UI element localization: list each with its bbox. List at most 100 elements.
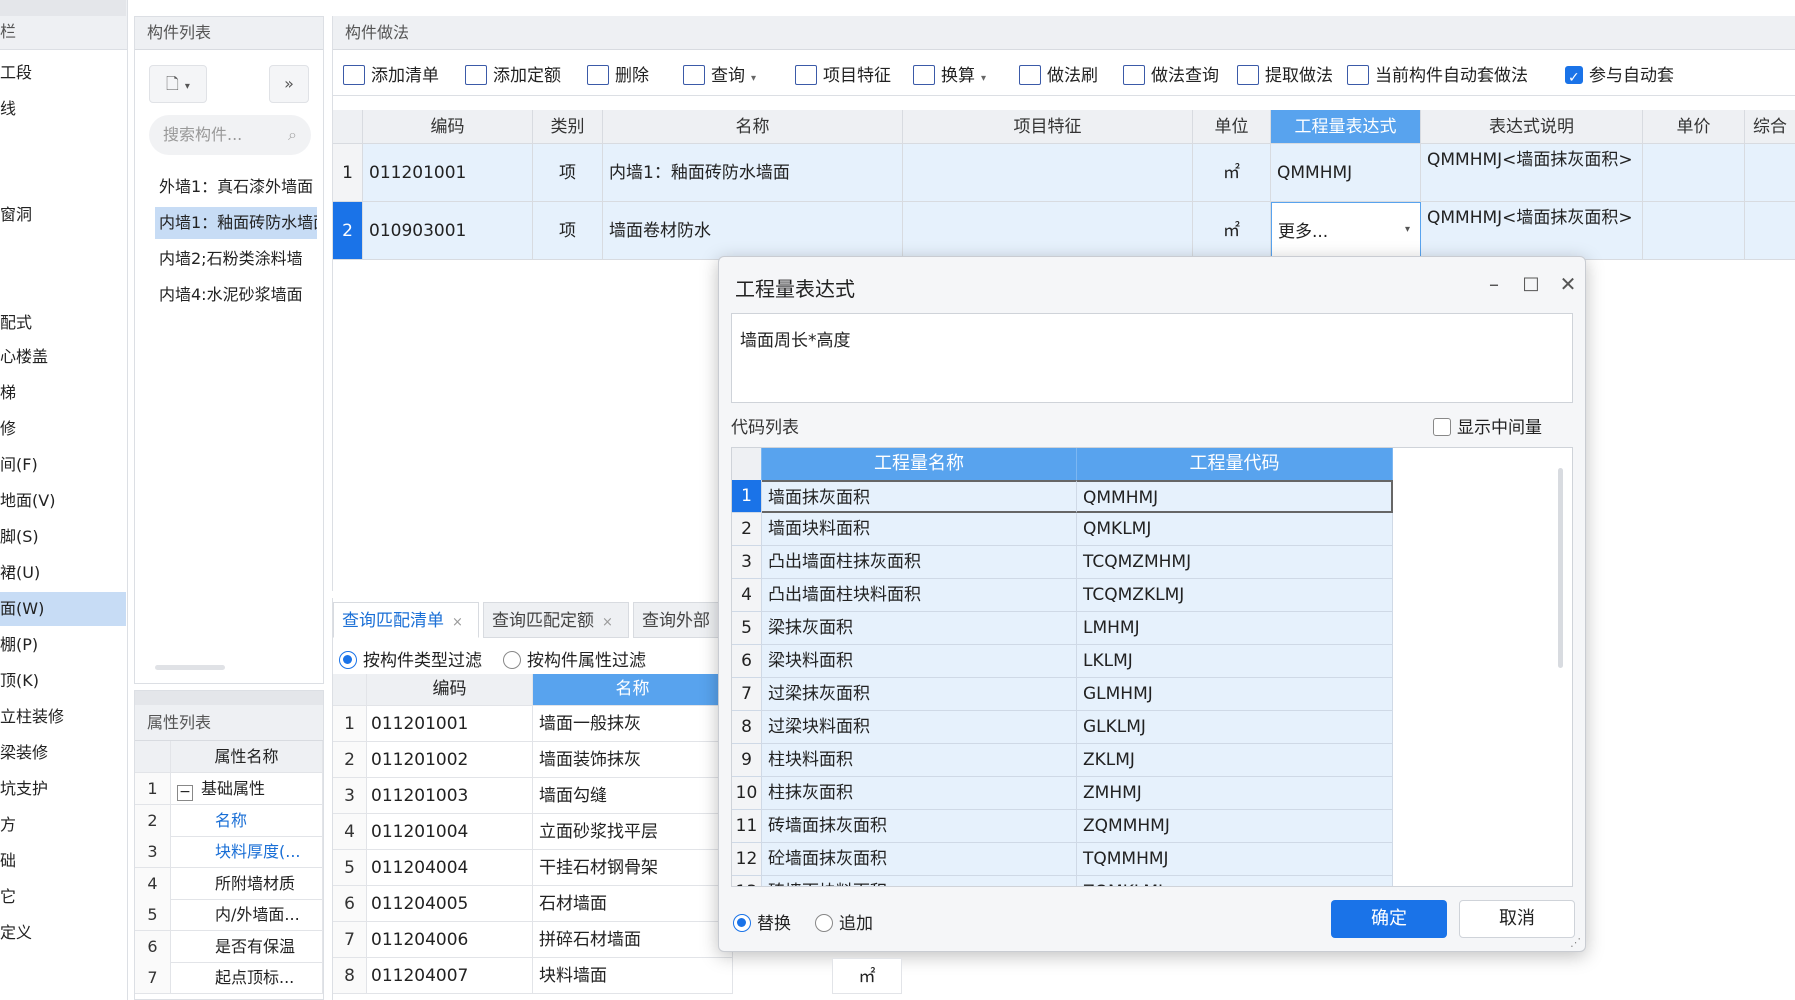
row-number[interactable]: 2 <box>333 202 363 260</box>
match-row-number[interactable]: 1 <box>333 706 367 742</box>
show-intermediate-checkbox[interactable]: 显示中间量 <box>1433 413 1542 438</box>
tree-item[interactable]: 间(F) <box>0 448 126 482</box>
empty-cell[interactable] <box>1643 202 1745 260</box>
tree-item[interactable]: 心楼盖 <box>0 340 126 374</box>
tree-item[interactable]: 窗洞 <box>0 198 126 232</box>
match-code-cell[interactable]: 011201002 <box>367 742 533 778</box>
maximize-icon[interactable]: □ <box>1516 269 1546 299</box>
row-number[interactable]: 1 <box>333 144 363 202</box>
code-cell[interactable]: 010903001 <box>363 202 533 260</box>
tree-item[interactable]: 定义 <box>0 916 126 950</box>
tree-item[interactable]: 梁装修 <box>0 736 126 770</box>
resize-grip-icon[interactable]: ⋰ <box>1570 936 1581 949</box>
tree-item[interactable]: 顶(K) <box>0 664 126 698</box>
code-list-row[interactable]: 9 柱块料面积 ZKLMJ <box>732 744 1393 777</box>
append-option[interactable]: 追加 <box>815 909 873 934</box>
match-code-cell[interactable]: 011201001 <box>367 706 533 742</box>
toolbar-button[interactable]: 查询 ▾ <box>683 62 756 90</box>
tree-item[interactable]: 脚(S) <box>0 520 126 554</box>
match-tab[interactable]: 查询匹配定额 × <box>483 602 629 638</box>
match-code-header[interactable]: 编码 <box>367 674 533 706</box>
match-code-cell[interactable]: 011201003 <box>367 778 533 814</box>
match-name-cell[interactable]: 墙面一般抹灰 <box>533 706 733 742</box>
desc-cell[interactable]: QMMHMJ<墙面抹灰面积> <box>1421 202 1643 260</box>
toolbar-button[interactable]: 添加定额 <box>465 62 561 90</box>
close-icon[interactable]: × <box>602 615 613 630</box>
match-code-cell[interactable]: 011204004 <box>367 850 533 886</box>
expand-button[interactable]: » <box>269 65 309 103</box>
desc-cell[interactable]: QMMHMJ<墙面抹灰面积> <box>1421 144 1643 202</box>
tree-item[interactable]: 地面(V) <box>0 484 126 518</box>
collapse-icon[interactable]: − <box>177 785 193 801</box>
match-row-number[interactable]: 7 <box>333 922 367 958</box>
toolbar-button[interactable]: 换算 ▾ <box>913 62 986 90</box>
empty-cell[interactable] <box>1745 144 1795 202</box>
code-list-row[interactable]: 4 凸出墙面柱块料面积 TCQMZKLMJ <box>732 579 1393 612</box>
ok-button[interactable]: 确定 <box>1331 900 1447 938</box>
column-header[interactable]: 编码 <box>363 110 533 144</box>
match-row-number[interactable]: 2 <box>333 742 367 778</box>
toolbar-button[interactable]: 提取做法 <box>1237 62 1333 90</box>
replace-option[interactable]: 替换 <box>733 909 791 934</box>
match-name-cell[interactable]: 立面砂浆找平层 <box>533 814 733 850</box>
code-list-row[interactable]: 10 柱抹灰面积 ZMHMJ <box>732 777 1393 810</box>
attribute-name-cell[interactable]: 块料厚度(... <box>171 836 323 868</box>
tree-item[interactable]: 方 <box>0 808 126 842</box>
expr-cell[interactable]: 更多... <box>1271 202 1421 260</box>
toolbar-button[interactable]: 做法刷 <box>1019 62 1098 90</box>
feature-cell[interactable] <box>903 202 1193 260</box>
tree-item[interactable]: 线 <box>0 92 126 126</box>
code-list-row[interactable]: 5 梁抹灰面积 LMHMJ <box>732 612 1393 645</box>
tree-item[interactable]: 础 <box>0 844 126 878</box>
new-component-button[interactable]: 🗋 ▾ <box>149 65 207 103</box>
tree-item[interactable]: 面(W) <box>0 592 126 626</box>
auto-apply-checkbox[interactable]: 参与自动套 <box>1565 62 1674 92</box>
component-item[interactable]: 内墙4:水泥砂浆墙面 <box>155 279 317 311</box>
code-list-row[interactable]: 12 砼墙面抹灰面积 TQMMHMJ <box>732 843 1393 876</box>
attribute-name-cell[interactable]: 所附墙材质 <box>171 867 323 900</box>
attribute-name-cell[interactable]: 名称 <box>171 804 323 837</box>
name-cell[interactable]: 内墙1：釉面砖防水墙面 <box>603 144 903 202</box>
toolbar-button[interactable]: 做法查询 <box>1123 62 1219 90</box>
match-name-cell[interactable]: 石材墙面 <box>533 886 733 922</box>
match-row-number[interactable]: 8 <box>333 958 367 994</box>
toolbar-button[interactable]: 当前构件自动套做法 <box>1347 62 1528 90</box>
unit-cell[interactable]: ㎡ <box>1193 202 1271 260</box>
match-name-cell[interactable]: 干挂石材钢骨架 <box>533 850 733 886</box>
match-code-cell[interactable]: 011204007 <box>367 958 533 994</box>
code-list-row[interactable]: 6 梁块料面积 LKLMJ <box>732 645 1393 678</box>
attribute-name-cell[interactable]: − 基础属性 <box>171 773 323 805</box>
column-header[interactable]: 项目特征 <box>903 110 1193 144</box>
match-tab[interactable]: 查询匹配清单 × <box>333 602 479 638</box>
filter-type-option[interactable]: 按构件类型过滤 <box>339 646 482 671</box>
tree-item[interactable]: 修 <box>0 412 126 446</box>
close-icon[interactable]: × <box>452 615 463 630</box>
tree-item[interactable]: 配式 <box>0 306 126 340</box>
component-search-input[interactable]: 搜索构件... ⌕ <box>149 115 311 155</box>
attribute-name-cell[interactable]: 起点顶标... <box>171 962 323 994</box>
code-list-row[interactable]: 2 墙面块料面积 QMKLMJ <box>732 513 1393 546</box>
tree-item[interactable]: 梯 <box>0 376 126 410</box>
cancel-button[interactable]: 取消 <box>1459 900 1575 938</box>
column-header[interactable]: 类别 <box>533 110 603 144</box>
code-cell[interactable]: 011201001 <box>363 144 533 202</box>
expression-input[interactable]: 墙面周长*高度 <box>731 313 1573 403</box>
tree-item[interactable]: 坑支护 <box>0 772 126 806</box>
expr-cell[interactable]: QMMHMJ <box>1271 144 1421 202</box>
match-name-cell[interactable]: 墙面装饰抹灰 <box>533 742 733 778</box>
attribute-name-cell[interactable]: 是否有保温 <box>171 930 323 963</box>
code-list-row[interactable]: 8 过梁块料面积 GLKLMJ <box>732 711 1393 744</box>
column-header[interactable]: 表达式说明 <box>1421 110 1643 144</box>
column-header[interactable]: 工程量表达式 <box>1271 110 1421 144</box>
empty-cell[interactable] <box>1745 202 1795 260</box>
toolbar-button[interactable]: 添加清单 <box>343 62 439 90</box>
match-name-cell[interactable]: 块料墙面 <box>533 958 733 994</box>
vertical-scrollbar[interactable] <box>1558 468 1563 668</box>
name-cell[interactable]: 墙面卷材防水 <box>603 202 903 260</box>
minimize-icon[interactable]: – <box>1479 269 1509 299</box>
close-icon[interactable]: ✕ <box>1553 269 1583 299</box>
match-row-number[interactable]: 6 <box>333 886 367 922</box>
chevron-down-icon[interactable]: ▾ <box>1405 224 1410 235</box>
tree-item[interactable]: 立柱装修 <box>0 700 126 734</box>
match-name-cell[interactable]: 墙面勾缝 <box>533 778 733 814</box>
